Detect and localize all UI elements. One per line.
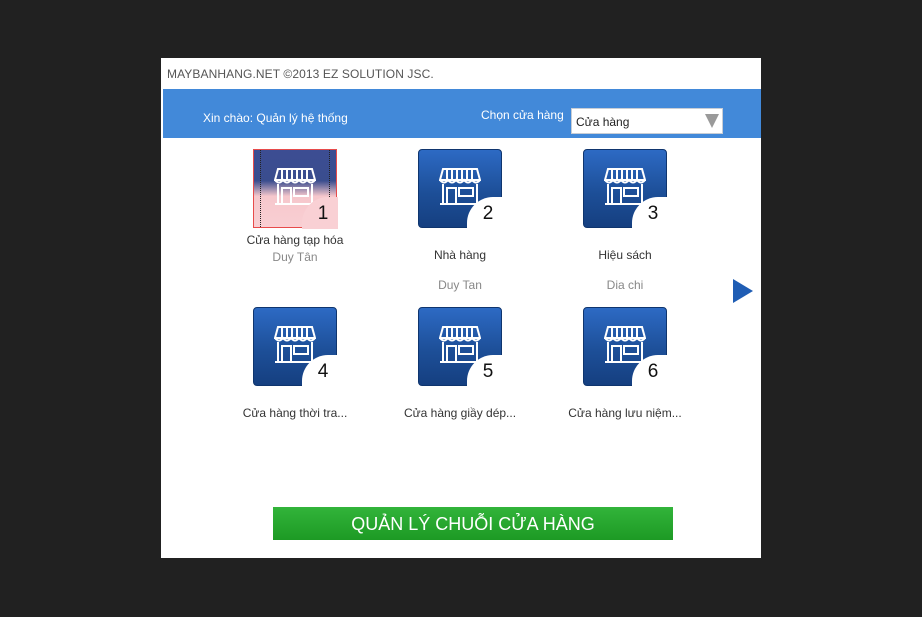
storefront-icon <box>604 168 646 205</box>
store-tile-4[interactable]: 4 Cửa hàng thời tra... <box>235 307 355 421</box>
store-tile-icon[interactable]: 1 <box>253 149 338 229</box>
store-name: Cửa hàng thời tra... <box>242 406 348 420</box>
header-bar: Xin chào: Quản lý hệ thống Chọn cửa hàng… <box>163 89 761 138</box>
store-tile-6[interactable]: 6 Cửa hàng lưu niệm... <box>565 307 685 421</box>
storefront-icon <box>439 168 481 205</box>
storefront-icon <box>274 326 316 363</box>
store-tile-icon[interactable]: 4 <box>253 307 338 387</box>
copyright-text: MAYBANHANG.NET ©2013 EZ SOLUTION JSC. <box>167 67 434 81</box>
store-address: Duy Tân <box>272 250 318 264</box>
store-tile-2[interactable]: 2 Nhà hàng Duy Tan <box>400 149 520 293</box>
store-tile-5[interactable]: 5 Cửa hàng giầy dép... <box>400 307 520 421</box>
next-page-arrow-icon[interactable] <box>733 279 753 303</box>
store-address: Duy Tan <box>438 278 482 292</box>
store-name: Cửa hàng lưu niệm... <box>568 406 682 420</box>
storefront-icon <box>439 326 481 363</box>
dropdown-arrow-icon[interactable] <box>705 114 719 128</box>
store-tile-icon[interactable]: 3 <box>583 149 668 229</box>
store-name: Nhà hàng <box>433 248 487 262</box>
store-chain-management-button[interactable]: QUẢN LÝ CHUỖI CỬA HÀNG <box>273 507 673 540</box>
store-tile-3[interactable]: 3 Hiệu sách Dia chi <box>565 149 685 293</box>
store-tile-1[interactable]: 1 Cửa hàng tạp hóa Duy Tân <box>235 149 355 265</box>
store-select[interactable]: Cửa hàng <box>571 108 723 134</box>
store-name: Cửa hàng tạp hóa <box>246 233 344 247</box>
store-select-label: Chọn cửa hàng <box>481 108 564 122</box>
storefront-icon <box>274 168 316 205</box>
store-tile-icon[interactable]: 5 <box>418 307 503 387</box>
store-name: Hiệu sách <box>598 248 652 262</box>
store-name: Cửa hàng giầy dép... <box>403 406 517 420</box>
store-select-value: Cửa hàng <box>576 115 630 129</box>
store-chooser-dialog: MAYBANHANG.NET ©2013 EZ SOLUTION JSC. Xi… <box>161 58 761 558</box>
store-tile-icon[interactable]: 2 <box>418 149 503 229</box>
store-tile-icon[interactable]: 6 <box>583 307 668 387</box>
store-address: Dia chi <box>606 278 644 292</box>
storefront-icon <box>604 326 646 363</box>
greeting-text: Xin chào: Quản lý hệ thống <box>203 111 348 125</box>
